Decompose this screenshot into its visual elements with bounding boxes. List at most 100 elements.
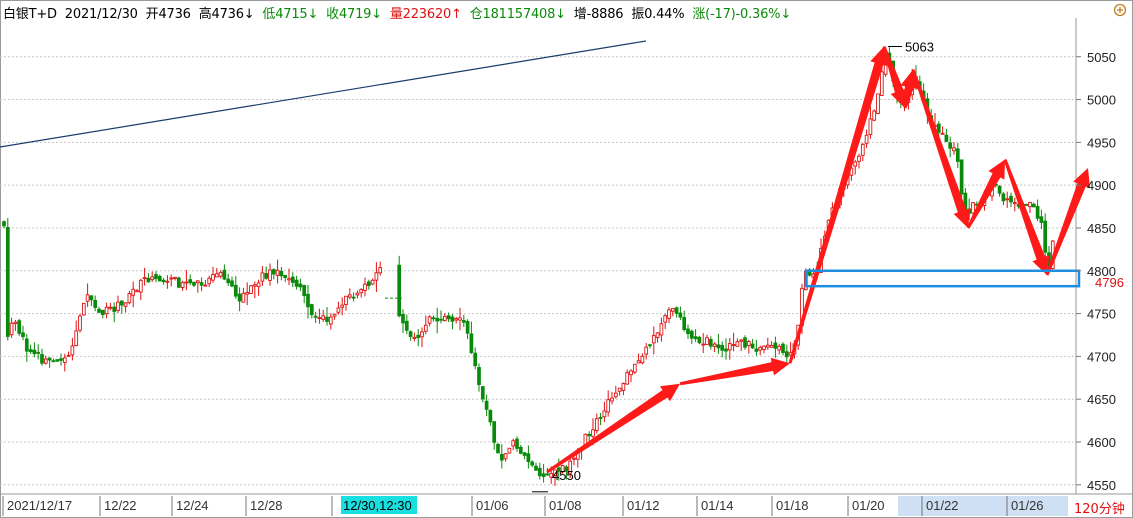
- candle-body: [659, 323, 664, 336]
- candle-body: [461, 319, 466, 323]
- candle-body: [245, 292, 250, 295]
- candle-body: [944, 134, 949, 142]
- candle-body: [226, 278, 231, 284]
- candle-body: [515, 438, 519, 449]
- candle-body: [218, 271, 223, 277]
- y-tick-label: 4750: [1087, 307, 1116, 322]
- candle-body: [89, 295, 94, 301]
- candle-body: [701, 343, 706, 346]
- y-tick-label: 4650: [1087, 392, 1116, 407]
- x-tick-label: 01/26: [1011, 498, 1044, 513]
- candle-body: [697, 336, 702, 344]
- candle-body: [142, 277, 147, 280]
- candle-body: [879, 71, 884, 96]
- candlestick-series: [2, 47, 1055, 486]
- candle-body: [74, 330, 79, 346]
- candle-body: [621, 383, 626, 391]
- candle-body: [298, 283, 303, 288]
- y-tick-label: 4950: [1087, 135, 1116, 150]
- candle-body: [936, 123, 941, 133]
- candle-body: [70, 345, 75, 356]
- amplitude-value: 振0.44%: [631, 7, 685, 22]
- candle-body: [230, 280, 234, 287]
- candle-body: [480, 386, 485, 400]
- candle-body: [724, 348, 728, 352]
- candle-body: [62, 357, 67, 363]
- candle-body: [644, 346, 649, 355]
- candle-body: [670, 308, 675, 312]
- candle-body: [309, 304, 314, 316]
- candle-body: [651, 335, 656, 344]
- candle-body: [716, 344, 721, 349]
- candle-body: [868, 118, 873, 135]
- trend-arrow: [679, 357, 790, 386]
- candle-body: [473, 352, 478, 367]
- settings-icon[interactable]: [1113, 3, 1127, 17]
- candle-body: [591, 429, 595, 437]
- candle-body: [522, 452, 527, 456]
- candle-body: [211, 274, 215, 281]
- candle-body: [256, 282, 261, 288]
- candle-body: [727, 342, 732, 351]
- candle-body: [336, 307, 341, 313]
- candle-body: [119, 300, 124, 306]
- candle-body: [17, 320, 22, 334]
- candle-body: [465, 321, 470, 334]
- candle-body: [135, 290, 139, 293]
- candle-body: [746, 341, 751, 347]
- candlestick-chart[interactable]: 506345504796 455046004650470047504800485…: [0, 0, 1133, 518]
- candle-body: [264, 273, 269, 279]
- candle-body: [530, 461, 535, 466]
- x-tick-label: 01/22: [926, 498, 959, 513]
- candle-body: [625, 372, 630, 385]
- candle-body: [857, 155, 861, 162]
- candle-body: [203, 284, 208, 287]
- candle-body: [55, 359, 60, 362]
- interest-change-value: 增-8886: [573, 7, 624, 22]
- candle-body: [97, 308, 101, 313]
- x-tick-label: 01/20: [852, 498, 885, 513]
- candle-body: [355, 292, 360, 296]
- candle-body: [682, 317, 687, 331]
- candle-body: [541, 473, 546, 477]
- candle-body: [765, 344, 770, 348]
- candle-body: [347, 294, 352, 298]
- candle-body: [587, 433, 592, 437]
- candle-body: [188, 279, 193, 284]
- candle-body: [518, 446, 523, 454]
- volume-value: 量223620↑: [389, 7, 462, 22]
- candle-body: [784, 351, 789, 358]
- candle-body: [606, 399, 611, 413]
- candle-body: [708, 339, 713, 347]
- candle-body: [617, 387, 622, 392]
- candle-body: [997, 185, 1002, 194]
- candle-body: [663, 315, 668, 323]
- candle-body: [184, 281, 189, 284]
- candle-body: [545, 473, 550, 476]
- candle-body: [271, 269, 276, 275]
- candle-body: [93, 299, 98, 308]
- trend-arrow: [788, 46, 888, 364]
- candle-body: [287, 278, 291, 281]
- x-tick-label: 01/14: [701, 498, 734, 513]
- candle-body: [85, 294, 90, 302]
- candle-body: [431, 317, 436, 320]
- candle-body: [735, 341, 740, 347]
- candle-body: [344, 295, 348, 306]
- x-tick-label: 2021/12/17: [7, 498, 72, 513]
- candle-body: [321, 315, 326, 320]
- candle-body: [157, 275, 162, 282]
- candle-body: [712, 343, 717, 347]
- candle-body: [306, 293, 310, 308]
- candle-body: [720, 344, 725, 351]
- candle-body: [146, 277, 151, 283]
- low-value: 低4715↓: [262, 7, 319, 22]
- candle-body: [610, 397, 614, 402]
- candle-body: [648, 344, 652, 347]
- change-value: 涨(-17)-0.36%↓: [692, 7, 792, 22]
- candle-body: [401, 314, 405, 324]
- candle-body: [78, 315, 82, 331]
- candle-body: [948, 142, 953, 149]
- low-label: 4550: [552, 468, 581, 483]
- candle-body: [104, 306, 109, 315]
